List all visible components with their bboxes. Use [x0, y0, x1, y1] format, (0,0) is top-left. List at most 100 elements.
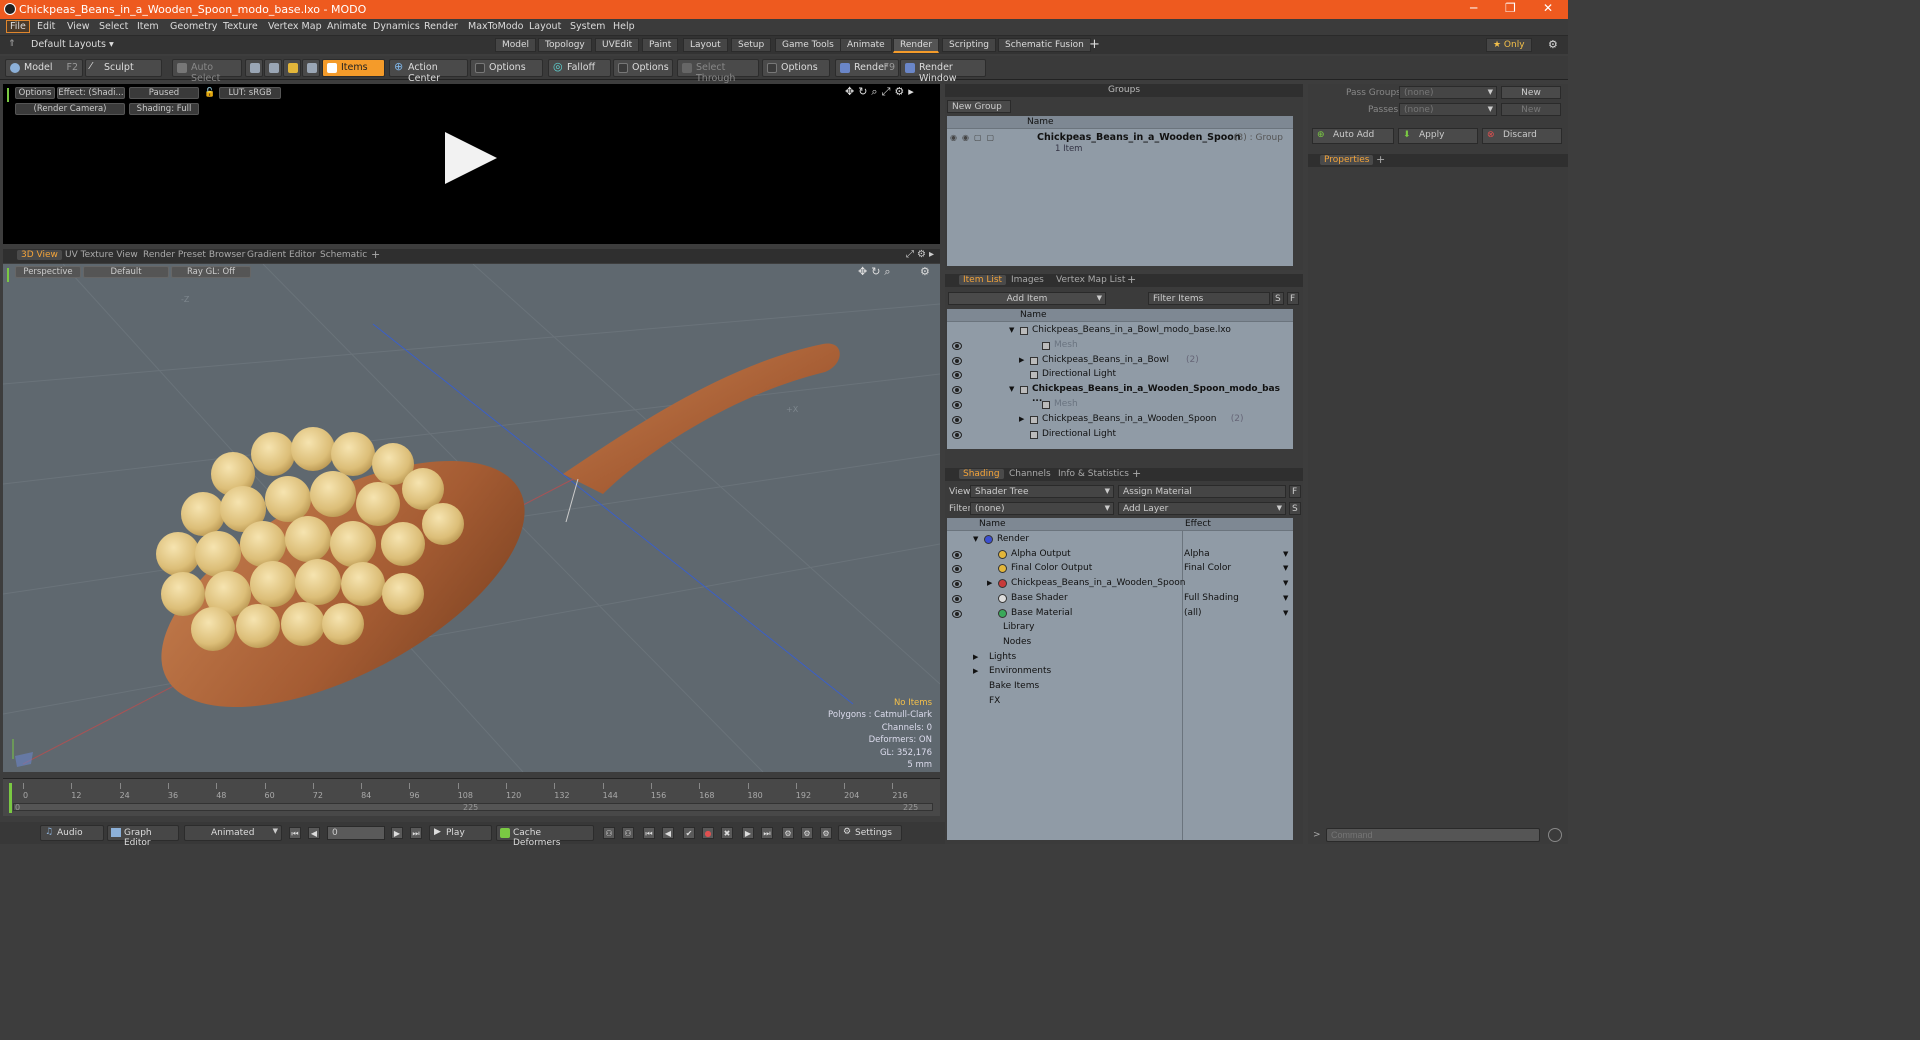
apply-button[interactable]: ⬇ Apply: [1398, 128, 1478, 144]
animated-dropdown[interactable]: Animated: [184, 825, 282, 841]
shader-item-effect[interactable]: Alpha: [1184, 549, 1210, 559]
view-panel-icons[interactable]: ⤢⚙▸: [906, 249, 937, 260]
shader-filter-dropdown[interactable]: (none): [970, 502, 1114, 515]
add-tab-icon[interactable]: +: [1089, 37, 1100, 52]
group-row-name[interactable]: Chickpeas_Beans_in_a_Wooden_Spoon: [1037, 132, 1241, 143]
select-through-button[interactable]: Select Through: [677, 59, 759, 84]
layout-arrow-icon[interactable]: ⇑: [8, 39, 16, 49]
key-options-3-icon[interactable]: ⚙: [820, 827, 832, 839]
expand-arrow-icon[interactable]: ▼: [1009, 326, 1014, 334]
eye-icon[interactable]: [952, 550, 962, 559]
menu-help[interactable]: Help: [613, 21, 635, 32]
eye-icon[interactable]: [952, 386, 962, 395]
select-materials-button[interactable]: [302, 59, 320, 77]
preview-paused-button[interactable]: Paused: [129, 87, 199, 99]
items-button[interactable]: Items: [322, 59, 385, 77]
key-back-icon[interactable]: ◀: [662, 827, 674, 839]
model-button[interactable]: Model F2: [5, 59, 83, 77]
tab-layout[interactable]: Layout: [683, 38, 728, 52]
expand-arrow-icon[interactable]: ▶: [973, 667, 978, 675]
tab-animate[interactable]: Animate: [840, 38, 892, 52]
3d-viewport[interactable]: Perspective Default Ray GL: Off ✥↻⌕ ⚙ -Z…: [3, 264, 940, 772]
menu-texture[interactable]: Texture: [223, 21, 258, 32]
shader-row[interactable]: FX: [947, 695, 1293, 710]
menu-edit[interactable]: Edit: [37, 21, 55, 32]
next-key-button[interactable]: ▶: [391, 827, 403, 839]
shader-row[interactable]: ▶ Environments: [947, 665, 1293, 680]
effect-dropdown-icon[interactable]: ▼: [1283, 579, 1288, 587]
eye-icon[interactable]: [952, 580, 962, 589]
play-icon[interactable]: [443, 130, 499, 186]
first-frame-button[interactable]: ⏮: [289, 827, 301, 839]
gear-icon[interactable]: ⚙: [1548, 38, 1558, 51]
tab-game-tools[interactable]: Game Tools: [775, 38, 841, 52]
menu-system[interactable]: System: [570, 21, 605, 32]
item-list-row[interactable]: ▶ Chickpeas_Beans_in_a_Bowl (2): [947, 354, 1293, 369]
eye-icon[interactable]: [952, 415, 962, 424]
play-button[interactable]: ▶ Play: [429, 825, 492, 841]
key-set-icon[interactable]: ✔: [683, 827, 695, 839]
eye-icon[interactable]: [952, 341, 962, 350]
menu-file[interactable]: File: [6, 20, 30, 33]
render-window-button[interactable]: Render Window: [900, 59, 986, 84]
add-view-tab-icon[interactable]: +: [367, 248, 384, 261]
view-settings-icon[interactable]: ⚙: [920, 265, 930, 278]
item-list-row[interactable]: Directional Light: [947, 368, 1293, 383]
eye-icon[interactable]: [952, 401, 962, 409]
view-nav-icons[interactable]: ✥↻⌕: [858, 265, 895, 279]
menu-select[interactable]: Select: [99, 21, 128, 32]
menu-item[interactable]: Item: [137, 21, 159, 32]
tab-shading[interactable]: Shading: [959, 469, 1004, 479]
new-pass-button[interactable]: New: [1501, 103, 1561, 116]
menu-maxtomodo[interactable]: MaxToModo: [468, 21, 524, 32]
render-button[interactable]: Render F9: [835, 59, 899, 77]
eye-icon[interactable]: [952, 430, 962, 439]
item-list-row[interactable]: ▶ Chickpeas_Beans_in_a_Wooden_Spoon (2): [947, 413, 1293, 428]
item-list-row[interactable]: Directional Light: [947, 428, 1293, 443]
audio-button[interactable]: ♫ Audio: [40, 825, 104, 841]
item-list-row[interactable]: Mesh: [947, 339, 1293, 354]
menu-animate[interactable]: Animate: [327, 21, 367, 32]
prev-frame-button[interactable]: ◀: [308, 827, 320, 839]
eye-icon[interactable]: [952, 565, 962, 574]
expand-arrow-icon[interactable]: ▶: [987, 579, 992, 587]
timeline-playhead[interactable]: [9, 783, 12, 813]
new-pass-group-button[interactable]: New: [1501, 86, 1561, 99]
tab-scripting[interactable]: Scripting: [942, 38, 997, 52]
tab-properties[interactable]: Properties: [1320, 155, 1374, 165]
tab-setup[interactable]: Setup: [731, 38, 772, 52]
assign-material-button[interactable]: Assign Material: [1118, 485, 1286, 498]
settings-button[interactable]: ⚙ Settings: [838, 825, 902, 841]
key-options-2-icon[interactable]: ⚙: [801, 827, 813, 839]
preview-shading-dropdown[interactable]: Shading: Full: [129, 103, 199, 115]
add-properties-tab-icon[interactable]: +: [1372, 153, 1389, 166]
tab-3d-view[interactable]: 3D View: [17, 250, 62, 260]
new-group-button[interactable]: New Group: [947, 100, 1011, 113]
action-center-button[interactable]: ⊕ Action Center: [389, 59, 468, 84]
menu-view[interactable]: View: [67, 21, 90, 32]
raygl-dropdown[interactable]: Ray GL: Off: [171, 266, 251, 278]
filter-s-button[interactable]: S: [1272, 292, 1284, 305]
filter-items-input[interactable]: Filter Items: [1148, 292, 1270, 305]
menu-vertex-map[interactable]: Vertex Map: [268, 21, 322, 32]
shader-item-effect[interactable]: Final Color: [1184, 563, 1231, 573]
preview-camera-dropdown[interactable]: (Render Camera): [15, 103, 125, 115]
select-through-options-button[interactable]: Options: [762, 59, 830, 77]
select-vertices-button[interactable]: [245, 59, 263, 77]
key-tool-1-icon[interactable]: ⚇: [603, 827, 615, 839]
eye-icon[interactable]: [952, 594, 962, 603]
select-edges-button[interactable]: [264, 59, 282, 77]
maximize-button[interactable]: ❐: [1505, 1, 1516, 15]
expand-arrow-icon[interactable]: ▶: [1019, 415, 1024, 423]
sculpt-button[interactable]: ⁄ Sculpt: [85, 59, 162, 77]
tab-uv-texture-view[interactable]: UV Texture View: [61, 250, 142, 260]
item-list-row[interactable]: ▼ Chickpeas_Beans_in_a_Bowl_modo_base.lxo: [947, 324, 1293, 339]
eye-icon[interactable]: [952, 371, 962, 380]
effect-dropdown-icon[interactable]: ▼: [1283, 550, 1288, 558]
falloff-button[interactable]: ◎ Falloff: [548, 59, 611, 77]
action-center-options-button[interactable]: Options: [470, 59, 543, 77]
effect-dropdown-icon[interactable]: ▼: [1283, 564, 1288, 572]
shader-row[interactable]: Library: [947, 621, 1293, 636]
tab-render-preset-browser[interactable]: Render Preset Browser: [139, 250, 249, 260]
preview-effect-dropdown[interactable]: Effect: (Shadi...: [57, 87, 125, 99]
